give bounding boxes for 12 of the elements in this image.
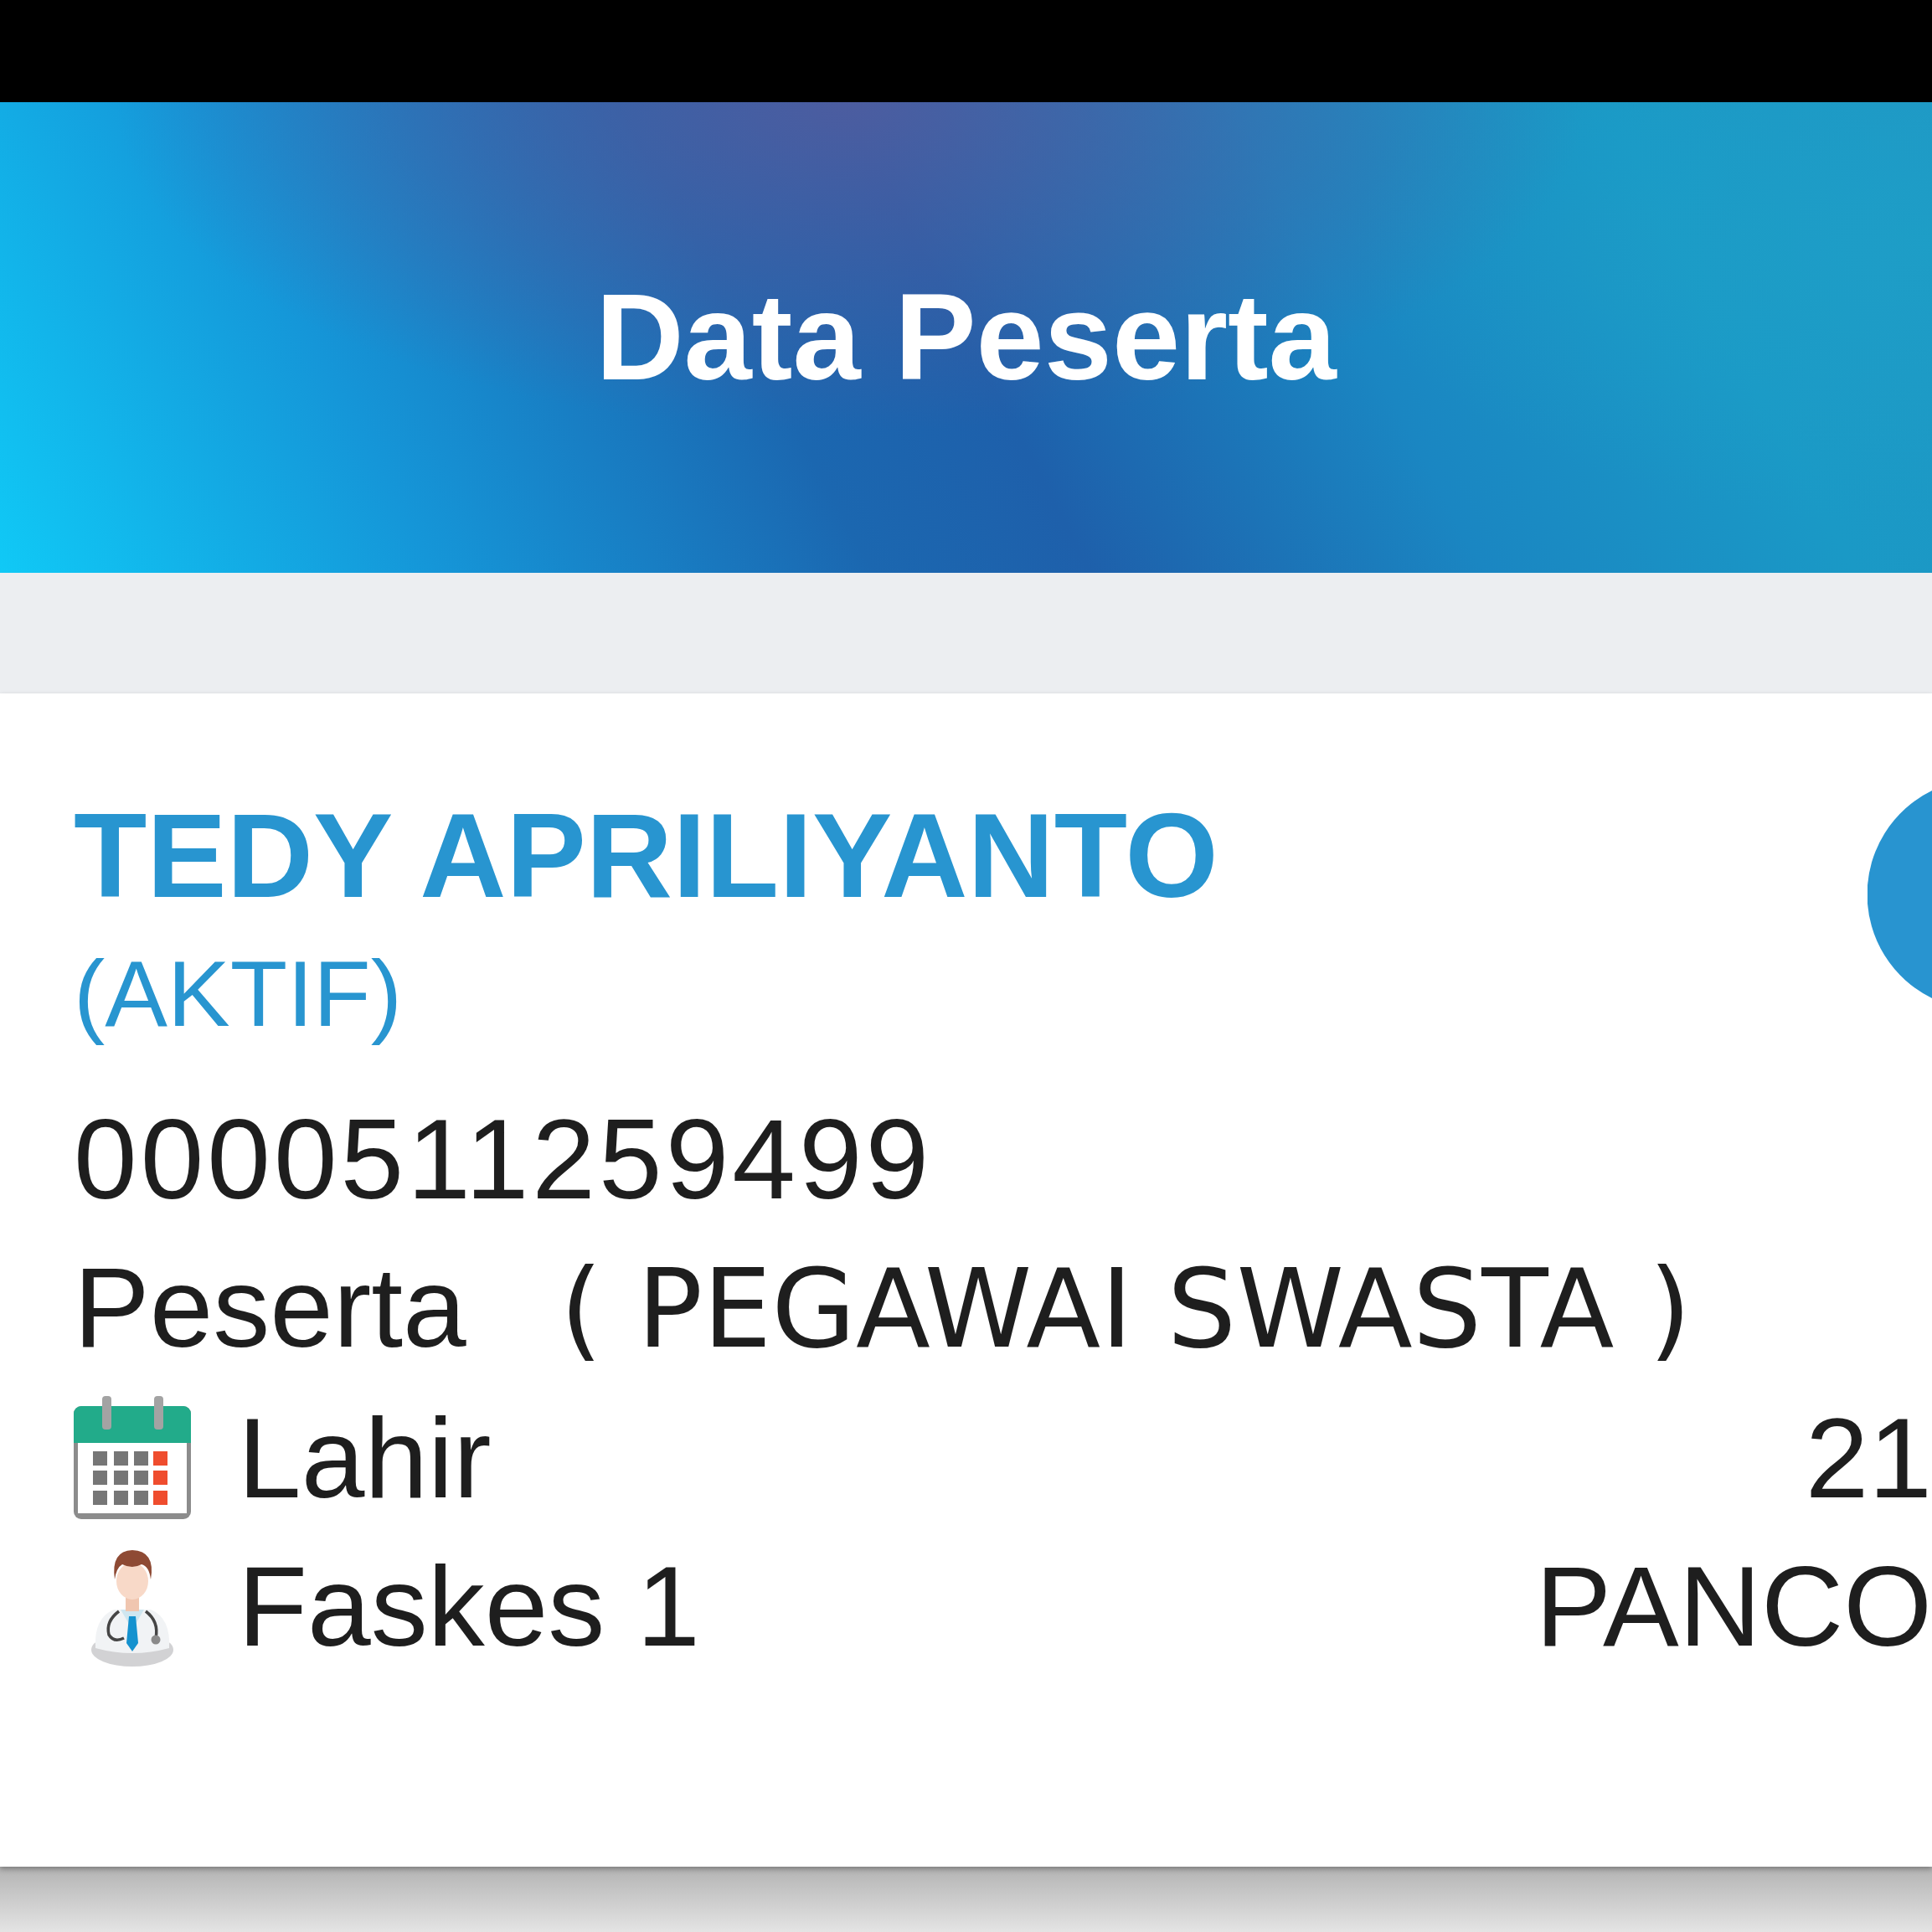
header-title: Data Peserta [595, 268, 1337, 408]
calendar-icon [74, 1396, 191, 1520]
field-label: Peserta [74, 1243, 466, 1373]
avatar-icon [1868, 791, 1932, 998]
field-label: Lahir [238, 1393, 492, 1523]
field-value: ( PEGAWAI SWASTA ) [559, 1244, 1692, 1375]
status-text: (AKTIF) [74, 940, 402, 1048]
participant-name: TEDY APRILIYANTO [74, 788, 1218, 924]
card-number: 0000511259499 [74, 1095, 933, 1225]
field-value: 21 [1805, 1393, 1932, 1523]
field-label: Faskes 1 [238, 1541, 700, 1672]
field-value: PANCO [1535, 1541, 1932, 1672]
